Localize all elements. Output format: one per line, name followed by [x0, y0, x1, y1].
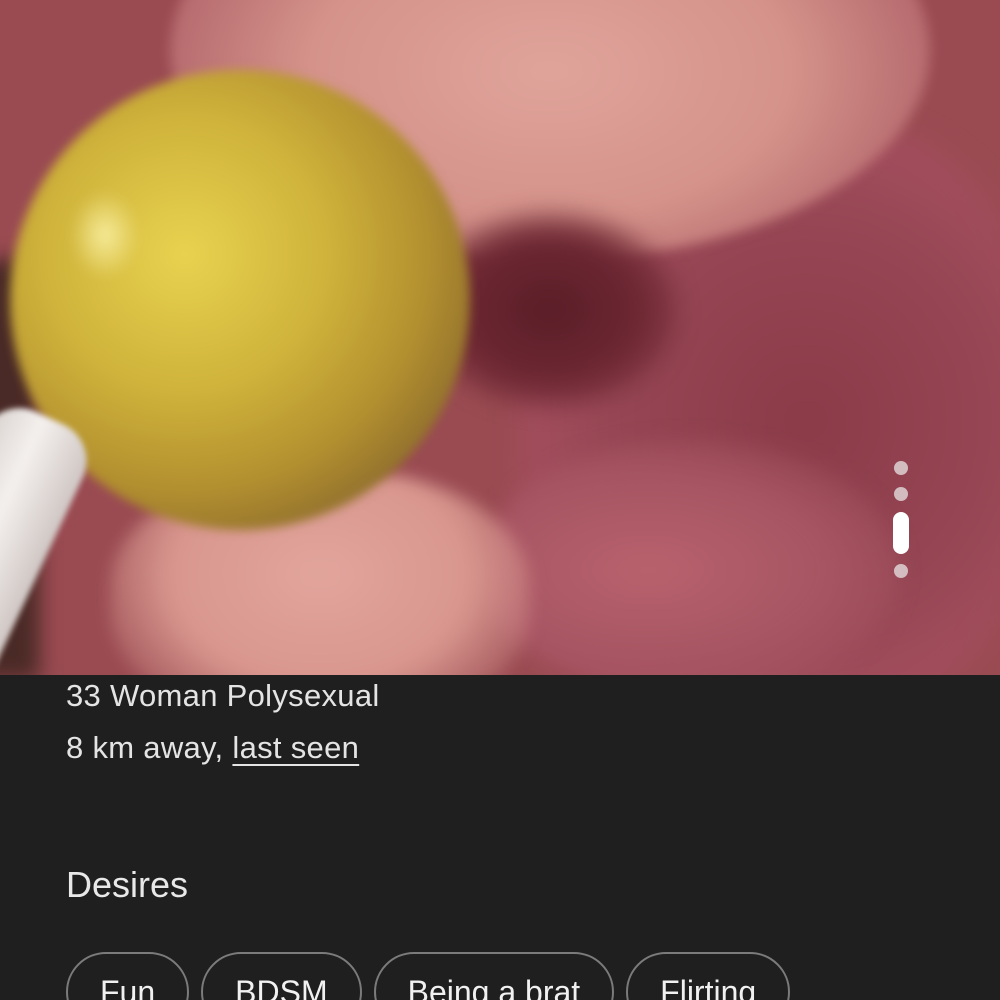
- distance-text: 8 km away,: [66, 730, 224, 765]
- carousel-dot[interactable]: [894, 461, 908, 475]
- carousel-dot-active[interactable]: [893, 512, 909, 554]
- profile-photo[interactable]: [0, 0, 1000, 675]
- desire-chip-being-a-brat[interactable]: Being a brat: [373, 952, 615, 1000]
- profile-summary: 33 Woman Polysexual: [66, 678, 380, 713]
- desire-chip-bdsm[interactable]: BDSM: [201, 952, 362, 1000]
- photo-carousel-indicator[interactable]: [890, 459, 912, 583]
- desire-chip-fun[interactable]: Fun: [66, 952, 190, 1000]
- last-seen-link[interactable]: last seen: [232, 730, 359, 765]
- carousel-dot[interactable]: [894, 487, 908, 501]
- desires-chip-list: Fun BDSM Being a brat Flirting: [66, 952, 791, 1000]
- desire-chip-flirting[interactable]: Flirting: [626, 952, 791, 1000]
- desires-title: Desires: [66, 864, 189, 905]
- profile-distance-row: 8 km away, last seen: [66, 730, 359, 766]
- carousel-dot[interactable]: [894, 564, 908, 578]
